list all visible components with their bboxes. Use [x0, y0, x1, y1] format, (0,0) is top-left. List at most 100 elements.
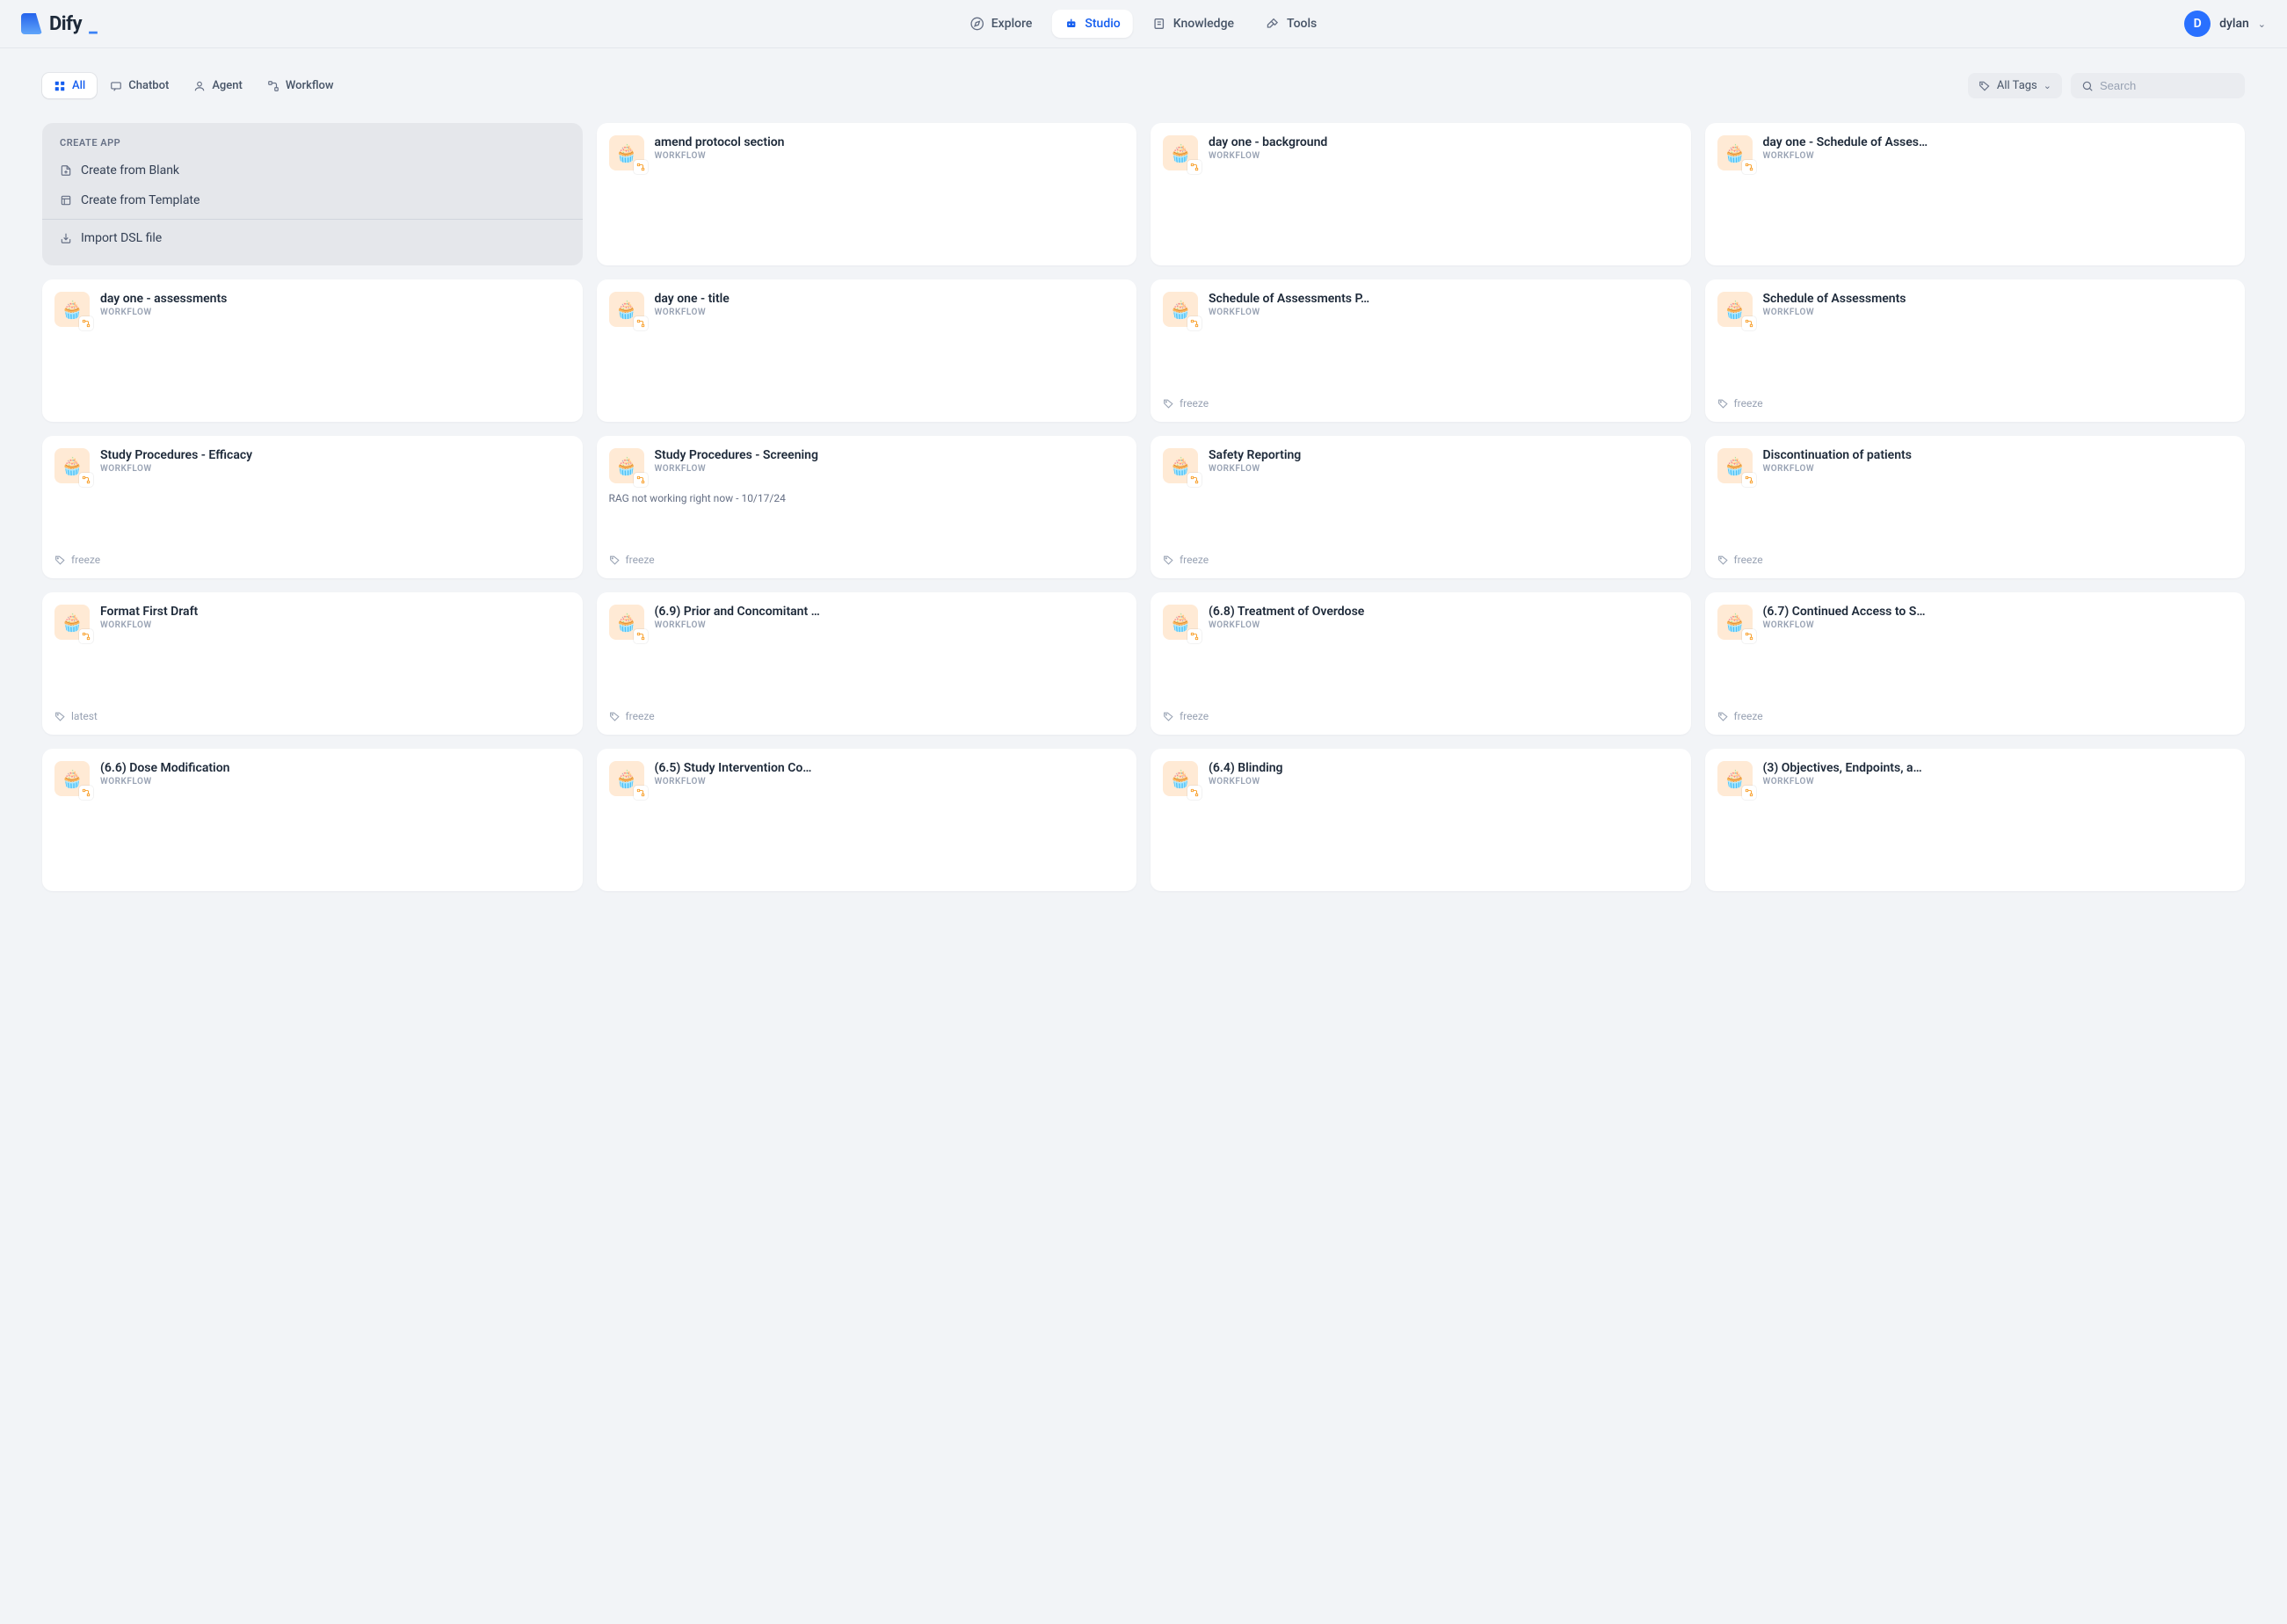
app-tag: freeze — [71, 554, 100, 566]
app-card[interactable]: 🧁 day one - background WORKFLOW — [1151, 123, 1691, 265]
app-type: WORKFLOW — [100, 308, 570, 317]
create-from-blank[interactable]: Create from Blank — [42, 156, 583, 185]
chevron-down-icon: ⌄ — [2044, 80, 2051, 91]
chevron-down-icon: ⌄ — [2258, 18, 2266, 30]
tag-icon — [54, 711, 66, 722]
nav-explore-label: Explore — [991, 17, 1033, 31]
app-card[interactable]: 🧁 (6.4) Blinding WORKFLOW — [1151, 749, 1691, 891]
app-title: Study Procedures - Screening — [655, 448, 1125, 462]
nav-explore[interactable]: Explore — [958, 10, 1045, 38]
app-tag-row: freeze — [1163, 710, 1679, 722]
app-card[interactable]: 🧁 (6.9) Prior and Concomitant … WORKFLOW… — [597, 592, 1137, 735]
filter-all[interactable]: All — [42, 73, 97, 98]
search-input[interactable] — [2100, 79, 2234, 92]
filter-agent[interactable]: Agent — [182, 73, 254, 98]
create-app-header: CREATE APP — [42, 123, 583, 156]
app-card[interactable]: 🧁 Schedule of Assessments P… WORKFLOW fr… — [1151, 279, 1691, 422]
tag-icon — [609, 711, 621, 722]
workflow-badge-icon — [79, 629, 93, 643]
app-tag-row: freeze — [1163, 397, 1679, 410]
tag-icon — [1717, 711, 1729, 722]
filter-chatbot[interactable]: Chatbot — [98, 73, 180, 98]
tags-dropdown[interactable]: All Tags ⌄ — [1968, 73, 2062, 98]
app-card[interactable]: 🧁 day one - assessments WORKFLOW — [42, 279, 583, 422]
top-nav: Explore Studio Knowledge Tools — [958, 10, 1330, 38]
workflow-badge-icon — [1187, 629, 1202, 643]
robot-icon — [1064, 17, 1078, 31]
app-card[interactable]: 🧁 (6.5) Study Intervention Co… WORKFLOW — [597, 749, 1137, 891]
tag-icon — [54, 555, 66, 566]
logo-mark-icon — [21, 13, 42, 34]
grid-icon — [54, 80, 66, 92]
app-title: Schedule of Assessments P… — [1209, 292, 1679, 306]
app-card[interactable]: 🧁 (6.8) Treatment of Overdose WORKFLOW f… — [1151, 592, 1691, 735]
nav-studio[interactable]: Studio — [1051, 10, 1132, 38]
tag-icon — [1163, 555, 1174, 566]
app-icon: 🧁 — [1163, 292, 1198, 327]
app-card[interactable]: 🧁 (3) Objectives, Endpoints, a… WORKFLOW — [1705, 749, 2246, 891]
app-icon: 🧁 — [1717, 292, 1753, 327]
app-icon: 🧁 — [1717, 605, 1753, 640]
workflow-badge-icon — [634, 316, 648, 330]
app-title: Safety Reporting — [1209, 448, 1679, 462]
app-card[interactable]: 🧁 Study Procedures - Screening WORKFLOW … — [597, 436, 1137, 578]
app-title: Discontinuation of patients — [1763, 448, 2233, 462]
app-icon: 🧁 — [609, 448, 644, 483]
app-card[interactable]: 🧁 Study Procedures - Efficacy WORKFLOW f… — [42, 436, 583, 578]
app-description: RAG not working right now - 10/17/24 — [609, 492, 1125, 504]
app-tag: freeze — [1734, 397, 1763, 410]
tag-icon — [1717, 398, 1729, 410]
logo[interactable]: Dify _ — [21, 13, 97, 35]
filter-agent-label: Agent — [212, 79, 243, 92]
workflow-badge-icon — [634, 473, 648, 487]
app-card[interactable]: 🧁 day one - title WORKFLOW — [597, 279, 1137, 422]
agent-icon — [193, 80, 206, 92]
workflow-badge-icon — [1187, 786, 1202, 800]
import-dsl[interactable]: Import DSL file — [42, 223, 583, 253]
user-menu[interactable]: D dylan ⌄ — [2184, 11, 2266, 37]
app-tag: freeze — [1180, 397, 1209, 410]
app-type: WORKFLOW — [1209, 308, 1679, 317]
template-icon — [60, 194, 72, 207]
app-card[interactable]: 🧁 Safety Reporting WORKFLOW freeze — [1151, 436, 1691, 578]
app-card[interactable]: 🧁 Discontinuation of patients WORKFLOW f… — [1705, 436, 2246, 578]
tag-icon — [1163, 398, 1174, 410]
app-tag-row: freeze — [1717, 397, 2233, 410]
workflow-badge-icon — [1187, 473, 1202, 487]
workflow-badge-icon — [1187, 160, 1202, 174]
create-app-panel: CREATE APP Create from Blank Create from… — [42, 123, 583, 265]
create-from-template[interactable]: Create from Template — [42, 185, 583, 215]
app-title: (6.5) Study Intervention Co… — [655, 761, 1125, 775]
nav-tools[interactable]: Tools — [1253, 10, 1329, 38]
app-header: Dify _ Explore Studio Knowledge Tools — [0, 0, 2287, 48]
app-title: day one - background — [1209, 135, 1679, 149]
app-icon: 🧁 — [1163, 135, 1198, 170]
app-icon: 🧁 — [1717, 761, 1753, 796]
app-card[interactable]: 🧁 Schedule of Assessments WORKFLOW freez… — [1705, 279, 2246, 422]
app-tag: freeze — [1180, 554, 1209, 566]
nav-knowledge[interactable]: Knowledge — [1140, 10, 1246, 38]
app-tag-row: freeze — [609, 710, 1125, 722]
filter-workflow[interactable]: Workflow — [256, 73, 345, 98]
app-type: WORKFLOW — [100, 777, 570, 787]
app-card[interactable]: 🧁 amend protocol section WORKFLOW — [597, 123, 1137, 265]
compass-icon — [970, 17, 984, 31]
app-type: WORKFLOW — [655, 151, 1125, 161]
app-tag: latest — [71, 710, 98, 722]
nav-knowledge-label: Knowledge — [1173, 17, 1234, 31]
app-card[interactable]: 🧁 Format First Draft WORKFLOW latest — [42, 592, 583, 735]
app-title: Format First Draft — [100, 605, 570, 619]
create-blank-label: Create from Blank — [81, 163, 179, 178]
search-box[interactable] — [2071, 73, 2245, 98]
app-title: day one - Schedule of Asses… — [1763, 135, 2233, 149]
app-card[interactable]: 🧁 (6.6) Dose Modification WORKFLOW — [42, 749, 583, 891]
app-type: WORKFLOW — [100, 464, 570, 474]
document-icon — [1152, 17, 1166, 31]
app-card[interactable]: 🧁 day one - Schedule of Asses… WORKFLOW — [1705, 123, 2246, 265]
app-title: Schedule of Assessments — [1763, 292, 2233, 306]
app-title: day one - assessments — [100, 292, 570, 306]
app-card[interactable]: 🧁 (6.7) Continued Access to S… WORKFLOW … — [1705, 592, 2246, 735]
user-name: dylan — [2219, 17, 2249, 31]
logo-caret-icon: _ — [89, 15, 97, 37]
brand-name: Dify — [49, 13, 82, 35]
